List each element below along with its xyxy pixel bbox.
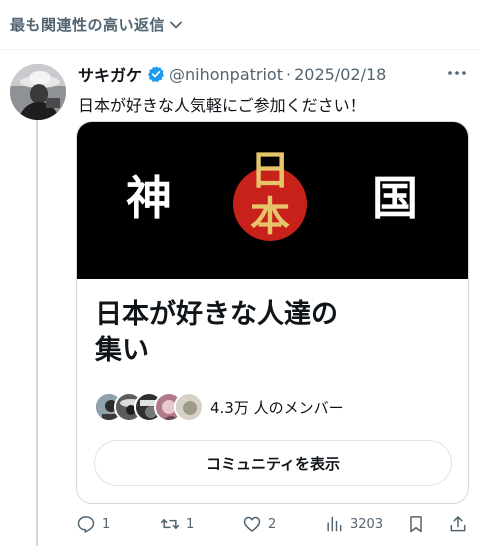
thread-line [36,120,38,546]
reply-count: 1 [102,516,111,532]
banner-right-character: 国 [372,171,418,225]
share-button[interactable] [448,512,468,536]
verified-badge-icon [148,66,164,83]
banner-seal-text: 日 本 [233,148,307,240]
banner-left-character: 神 [126,171,172,225]
tweet-header: サキガケ @nihonpatriot · 2025/02/18 [78,62,386,86]
repost-icon [160,519,180,529]
reply-button[interactable]: 1 [76,512,110,536]
seal-character-bottom: 本 [250,193,290,240]
tweet-text: 日本が好きな人気軽にご参加ください！ [78,96,366,115]
repost-count: 1 [186,516,195,532]
reply-sort-selector[interactable]: 最も関連性の高い返信 [0,0,480,50]
author-avatar[interactable] [10,64,66,120]
heart-icon [243,516,261,532]
community-banner: 神 日 本 国 [77,122,468,279]
author-display-name[interactable]: サキガケ [78,62,142,86]
chevron-down-icon [170,21,182,28]
members-row: 4.3万 人のメンバー [94,390,344,424]
community-title-line-2: 集い [95,335,149,366]
more-options-icon[interactable] [446,64,468,82]
community-title-line-1: 日本が好きな人達の [95,299,338,330]
reply-icon [77,516,95,533]
view-community-button[interactable]: コミュニティを表示 [94,440,452,486]
bookmark-button[interactable] [406,512,426,536]
seal-character-top: 日 [250,147,290,194]
tweet-actions: 1 1 2 3203 [76,512,474,536]
tweet-date[interactable]: 2025/02/18 [294,65,386,84]
reply-sort-label: 最も関連性の高い返信 [10,16,166,34]
members-count: 4.3万 人のメンバー [210,398,344,417]
like-count: 2 [268,516,277,532]
like-button[interactable]: 2 [242,512,276,536]
author-handle[interactable]: @nihonpatriot [169,65,283,84]
community-card[interactable]: 神 日 本 国 日本が好きな人達の 集い 4.3万 人のメンバー コミュニティを… [76,121,469,504]
views-count: 3203 [350,516,384,532]
views-chart-icon [327,516,342,532]
community-title: 日本が好きな人達の 集い [95,297,425,369]
share-icon [450,516,466,532]
repost-button[interactable]: 1 [160,512,194,536]
bookmark-icon [410,516,422,533]
member-avatar [174,392,204,422]
header-separator: · [286,64,292,84]
views-button[interactable]: 3203 [324,512,383,536]
avatar-image [10,64,66,120]
